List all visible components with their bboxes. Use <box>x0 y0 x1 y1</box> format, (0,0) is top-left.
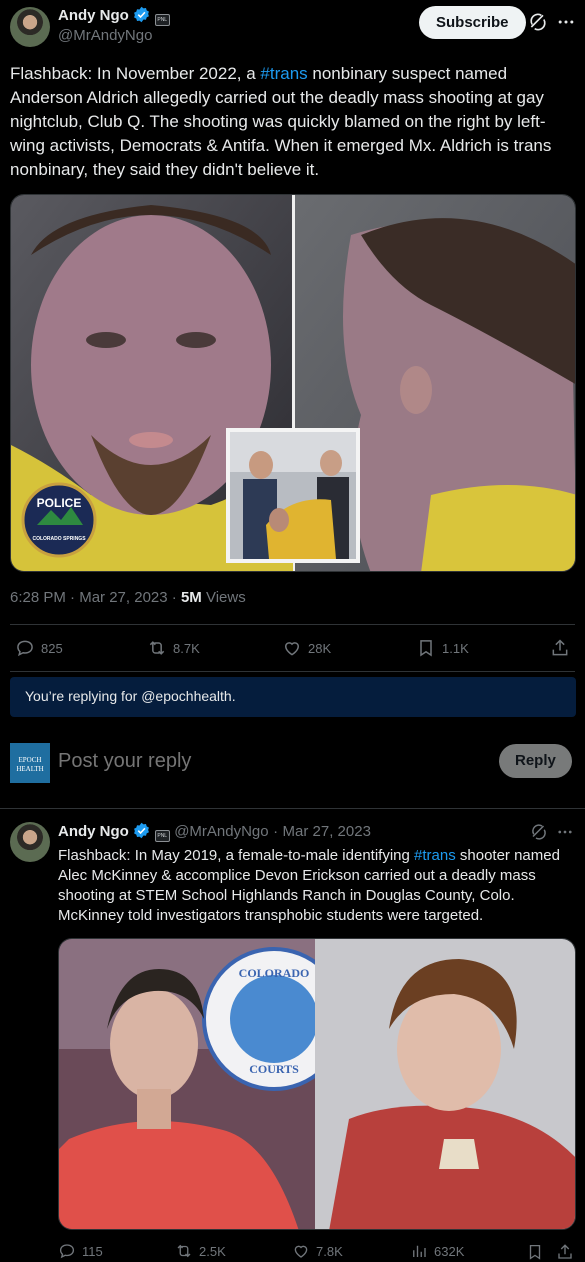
verified-badge-icon <box>134 6 150 23</box>
hashtag-link[interactable]: #trans <box>260 64 307 83</box>
subscribe-button[interactable]: Subscribe <box>419 6 526 39</box>
author-handle[interactable]: @MrAndyNgo <box>58 27 152 44</box>
author-avatar[interactable] <box>10 7 50 47</box>
author-name[interactable]: Andy Ngo <box>58 823 129 840</box>
views-count: 5M <box>180 589 202 606</box>
like-action[interactable]: 28K <box>282 638 331 658</box>
repost-icon <box>149 641 165 655</box>
replying-notice: You’re replying for @epochhealth. <box>10 677 576 717</box>
author-avatar[interactable] <box>10 822 50 862</box>
reply-button[interactable]: Reply <box>499 744 572 778</box>
reply-count: 825 <box>41 640 63 656</box>
repost-action[interactable]: 8.7K <box>147 638 200 658</box>
tweet-text: Flashback: In November 2022, a #trans no… <box>10 62 575 182</box>
bookmark-count: 1.1K <box>442 640 469 656</box>
police-badge-subtext: COLORADO SPRINGS <box>32 536 86 542</box>
reply-icon <box>59 1244 75 1259</box>
reply-action[interactable]: 825 <box>15 638 63 658</box>
bookmark-action[interactable]: 1.1K <box>416 638 469 658</box>
tweet-date[interactable]: Mar 27, 2023 <box>79 589 167 606</box>
meta-separator: · <box>171 589 181 606</box>
repost-count: 2.5K <box>199 1243 226 1259</box>
tweet-meta: 6:28 PM · Mar 27, 2023 · 5M Views <box>10 589 246 606</box>
views-count: 632K <box>434 1243 465 1259</box>
police-badge-word: POLICE <box>37 496 82 510</box>
like-count: 7.8K <box>316 1243 343 1259</box>
divider <box>10 671 575 672</box>
court-seal-bottom-text: COURTS <box>249 1062 299 1076</box>
divider <box>0 808 585 809</box>
meta-separator: · <box>273 823 279 840</box>
reply-account-avatar[interactable]: EPOCH HEALTH <box>10 743 50 783</box>
tweet-text-part: Flashback: In May 2019, a female-to-male… <box>58 847 415 864</box>
hashtag-link[interactable]: #trans <box>414 847 456 864</box>
repost-icon <box>177 1244 191 1258</box>
meta-separator: · <box>70 589 80 606</box>
tweet-time[interactable]: 6:28 PM <box>10 589 66 606</box>
replying-notice-text: You’re replying for @epochhealth. <box>25 688 236 704</box>
reply-action[interactable]: 115 <box>58 1242 103 1260</box>
author-name[interactable]: Andy Ngo <box>58 7 129 24</box>
reply-count: 115 <box>82 1243 103 1259</box>
affiliate-badge-icon: PNL <box>154 14 170 26</box>
second-tweet-header: Andy Ngo PNL @MrAndyNgo · Mar 27, 2023 <box>58 822 371 842</box>
affiliate-badge-icon: PNL <box>154 830 170 842</box>
author-handle[interactable]: @MrAndyNgo <box>174 823 268 840</box>
bookmark-icon[interactable] <box>526 1243 544 1261</box>
views-label: Views <box>205 589 246 606</box>
mugshot-composite-image: POLICE COLORADO SPRINGS <box>11 195 575 571</box>
more-options-icon[interactable] <box>556 823 574 841</box>
reply-icon <box>17 640 33 657</box>
court-seal-top-text: COLORADO <box>239 966 310 980</box>
share-icon[interactable] <box>550 638 570 658</box>
tweet-date[interactable]: Mar 27, 2023 <box>283 823 371 840</box>
verified-badge-icon <box>134 822 150 839</box>
grok-icon[interactable] <box>530 823 548 841</box>
like-icon <box>294 1245 308 1258</box>
tweet-text-part: Flashback: In November 2022, a <box>10 64 261 83</box>
views-chart-icon <box>413 1245 426 1257</box>
share-icon[interactable] <box>556 1243 574 1261</box>
author-name-row: Andy Ngo PNL <box>58 6 170 26</box>
tweet-image[interactable]: POLICE COLORADO SPRINGS <box>10 194 576 572</box>
epoch-health-logo-text: EPOCH HEALTH <box>16 756 44 773</box>
tweet-text: Flashback: In May 2019, a female-to-male… <box>58 846 573 926</box>
divider <box>10 624 575 625</box>
grok-icon[interactable] <box>528 12 548 32</box>
like-count: 28K <box>308 640 332 656</box>
like-icon <box>284 642 300 656</box>
reply-input[interactable] <box>58 745 478 777</box>
repost-action[interactable]: 2.5K <box>175 1242 226 1260</box>
tweet-image[interactable]: COLORADO COURTS <box>58 938 576 1230</box>
repost-count: 8.7K <box>173 640 200 656</box>
like-action[interactable]: 7.8K <box>292 1242 343 1260</box>
more-options-icon[interactable] <box>556 12 576 32</box>
bookmark-icon <box>420 640 432 657</box>
court-photos-image: COLORADO COURTS <box>59 939 575 1229</box>
views-action[interactable]: 632K <box>410 1242 464 1260</box>
